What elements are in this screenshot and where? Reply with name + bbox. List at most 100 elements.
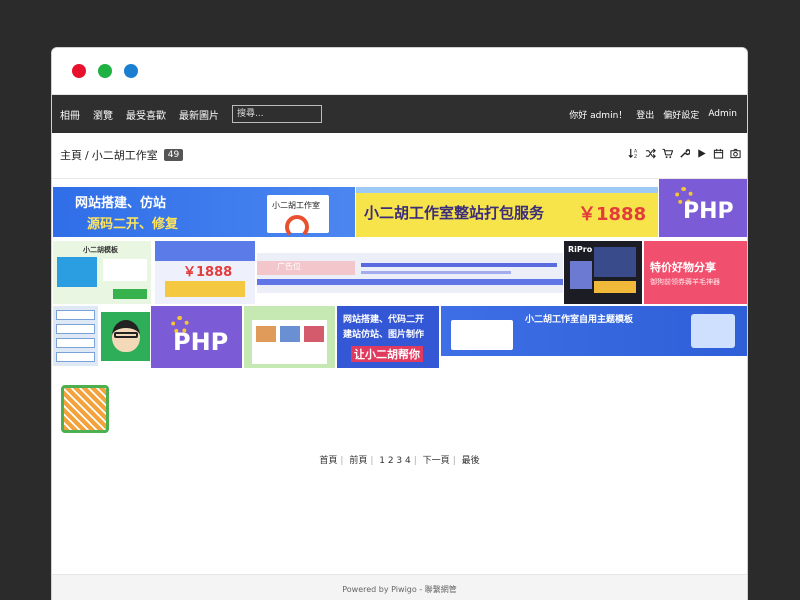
- thumbnail-block: [165, 281, 245, 297]
- thumbnail-card: 小二胡工作室: [267, 195, 329, 237]
- random-icon[interactable]: [645, 148, 656, 159]
- page-footer: Powered by Piwigo - 聯繫網管: [52, 574, 747, 600]
- thumbnail-ad-banner[interactable]: 广告位: [257, 253, 563, 293]
- thumbnail-block: [594, 281, 636, 293]
- top-navbar: 相冊 瀏覽 最受喜歡 最新圖片 你好 admin！ 登出 偏好設定 Admin: [52, 95, 747, 133]
- thumbnail-help-service[interactable]: 网站搭建、代码二开 建站仿站、图片制作 让小二胡帮你: [337, 306, 439, 368]
- thumbnail-qr-code[interactable]: [55, 381, 115, 436]
- close-window-dot[interactable]: [72, 64, 86, 78]
- thumbnail-text: PHP: [683, 199, 734, 224]
- thumbnail-block: [56, 310, 95, 320]
- thumbnail-ripro[interactable]: RiPro: [564, 241, 642, 304]
- browser-window: 相冊 瀏覽 最受喜歡 最新圖片 你好 admin！ 登出 偏好設定 Admin …: [51, 47, 748, 600]
- thumbnail-avatar[interactable]: [101, 312, 150, 361]
- thumbnail-grid: 网站搭建、仿站 源码二开、修复 小二胡工作室 小二胡工作室整站打包服务 ￥188…: [52, 179, 747, 439]
- page-last[interactable]: 最後: [462, 456, 480, 466]
- thumbnail-text: 广告位: [277, 262, 301, 271]
- thumbnail-text: 网站搭建、代码二开: [343, 315, 425, 325]
- main-menu: 相冊 瀏覽 最受喜歡 最新圖片: [60, 95, 322, 133]
- play-icon[interactable]: [696, 148, 707, 159]
- cart-icon[interactable]: [662, 148, 673, 159]
- thumbnail-text: 源码二开、修复: [87, 217, 179, 232]
- thumbnail-block: [113, 289, 147, 299]
- preferences-link[interactable]: 偏好設定: [663, 108, 699, 121]
- thumbnail-package-service[interactable]: 小二胡工作室整站打包服务 ￥1888: [356, 187, 658, 237]
- calendar-icon[interactable]: [713, 148, 724, 159]
- logout-link[interactable]: 登出: [636, 108, 654, 121]
- thumbnail-block: [57, 257, 97, 287]
- search-input[interactable]: [232, 105, 322, 123]
- maximize-window-dot[interactable]: [124, 64, 138, 78]
- thumbnail-text: 特价好物分享: [650, 261, 716, 274]
- thumbnail-line: [361, 271, 511, 274]
- admin-link[interactable]: Admin: [708, 109, 737, 119]
- page-prev[interactable]: 前頁: [349, 456, 367, 466]
- nav-most-liked[interactable]: 最受喜歡: [126, 107, 166, 122]
- nav-recent-photos[interactable]: 最新圖片: [179, 107, 219, 122]
- wrench-icon[interactable]: [679, 148, 690, 159]
- thumbnail-text: 小二胡工作室自用主题模板: [525, 315, 634, 325]
- thumbnail-line: [257, 279, 563, 285]
- thumbnail-web-building[interactable]: 网站搭建、仿站 源码二开、修复 小二胡工作室: [53, 187, 355, 237]
- thumbnail-service-flyer[interactable]: ￥1888: [155, 241, 255, 304]
- thumbnail-text: 小二胡模板: [83, 246, 118, 254]
- thumbnail-block: [451, 320, 513, 350]
- avatar-glasses: [114, 332, 138, 338]
- thumbnail-block: [257, 261, 355, 275]
- thumbnail-price: ￥1888: [183, 265, 233, 280]
- sort-order-icon[interactable]: AZ: [628, 148, 639, 159]
- thumbnail-line: [361, 263, 557, 267]
- thumbnail-theme-template[interactable]: 小二胡工作室自用主题模板: [441, 306, 747, 356]
- thumbnail-text: 小二胡工作室: [272, 201, 320, 210]
- thumbnail-text: 建站仿站、图片制作: [343, 330, 425, 340]
- thumbnail-block: [56, 352, 95, 362]
- thumbnail-block: [280, 326, 300, 342]
- thumbnail-block: [56, 338, 95, 348]
- thumbnail-deals[interactable]: 特价好物分享 御狗前领券薅羊毛神器: [644, 241, 747, 304]
- thumbnail-block: [256, 326, 276, 342]
- qr-code-icon: [61, 385, 109, 433]
- pagination: 首頁 | 前頁 | 1 2 3 4 | 下一頁 | 最後: [319, 456, 480, 466]
- nav-browse[interactable]: 瀏覽: [93, 107, 113, 122]
- user-menu: 你好 admin！ 登出 偏好設定 Admin: [569, 95, 737, 133]
- nav-albums[interactable]: 相冊: [60, 107, 80, 122]
- thumbnail-text: 让小二胡帮你: [351, 346, 423, 362]
- thumbnail-text: 小二胡工作室整站打包服务: [364, 204, 545, 222]
- thumbnail-text: 网站搭建、仿站: [75, 196, 167, 211]
- logo-arc: [285, 215, 309, 237]
- svg-text:A: A: [634, 149, 638, 155]
- thumbnail-price: ￥1888: [578, 204, 647, 225]
- thumbnail-text: PHP: [173, 328, 229, 356]
- page-numbers[interactable]: 1 2 3 4: [379, 456, 411, 466]
- thumbnail-block: [570, 261, 592, 289]
- thumbnail-block: [594, 247, 636, 277]
- thumbnail-text: 御狗前领券薅羊毛神器: [650, 278, 720, 286]
- thumbnail-block: [155, 241, 255, 261]
- breadcrumb-separator: /: [85, 148, 89, 162]
- thumbnail-block: [103, 259, 147, 281]
- breadcrumb-bar: 主頁 / 小二胡工作室 49 AZ: [52, 133, 747, 179]
- breadcrumb: 主頁 / 小二胡工作室 49: [60, 147, 184, 163]
- breadcrumb-album[interactable]: 小二胡工作室: [92, 147, 158, 163]
- thumbnail-photo-collage[interactable]: [244, 306, 335, 368]
- album-toolbar: AZ: [622, 148, 741, 159]
- footer-credit[interactable]: Powered by Piwigo - 聯繫網管: [342, 585, 457, 594]
- page-first[interactable]: 首頁: [319, 456, 337, 466]
- thumbnail-block: [304, 326, 324, 342]
- user-greeting: 你好 admin！: [569, 110, 628, 121]
- thumbnail-php-2[interactable]: PHP: [151, 306, 242, 368]
- thumbnail-coupons[interactable]: [53, 306, 98, 366]
- camera-icon[interactable]: [730, 148, 741, 159]
- thumbnail-php-1[interactable]: PHP: [659, 179, 747, 237]
- window-titlebar: [52, 48, 747, 95]
- minimize-window-dot[interactable]: [98, 64, 112, 78]
- thumbnail-block: [691, 314, 735, 348]
- image-count-badge: 49: [163, 149, 184, 161]
- thumbnail-text: RiPro: [568, 245, 593, 254]
- svg-text:Z: Z: [634, 154, 637, 159]
- thumbnail-stripe: [356, 187, 658, 193]
- page-next[interactable]: 下一頁: [423, 456, 450, 466]
- thumbnail-template-site[interactable]: 小二胡模板: [53, 241, 151, 304]
- thumbnail-block: [56, 324, 95, 334]
- breadcrumb-home[interactable]: 主頁: [60, 147, 82, 163]
